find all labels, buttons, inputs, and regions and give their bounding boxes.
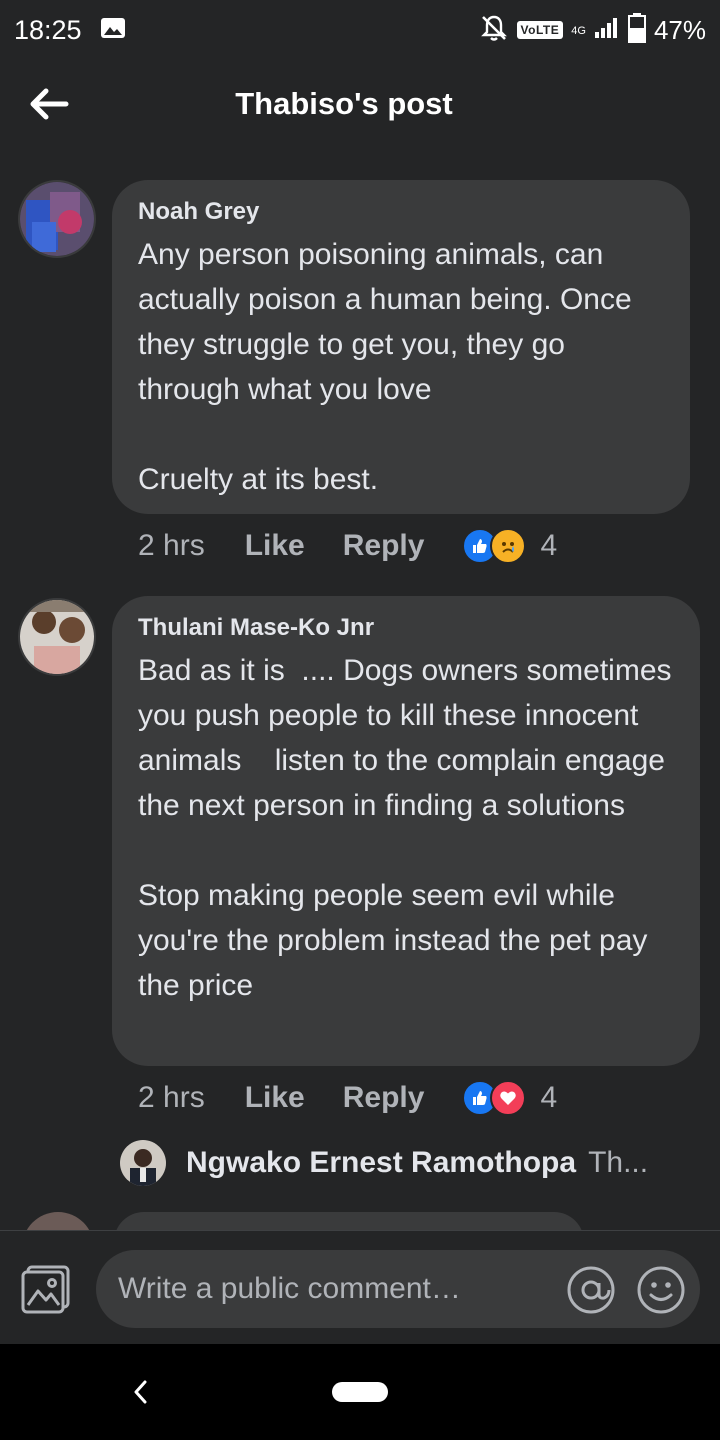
reply-button[interactable]: Reply	[343, 529, 425, 563]
reply-button[interactable]: Reply	[343, 1081, 425, 1115]
signal-icon	[594, 17, 620, 44]
reply-snippet: Th...	[588, 1146, 649, 1179]
emoji-icon[interactable]	[636, 1265, 686, 1315]
avatar[interactable]	[18, 598, 96, 676]
comment-time[interactable]: 2 hrs	[138, 1081, 205, 1115]
battery-icon	[627, 12, 646, 48]
comment-time[interactable]: 2 hrs	[138, 529, 205, 563]
reaction-count: 4	[540, 1081, 558, 1114]
volte-badge: VoLTE	[516, 21, 564, 39]
status-bar: 18:25 VoLTE 4G 47%	[0, 0, 720, 60]
comment-composer	[0, 1230, 720, 1345]
comment-text: Bad as it is .... Dogs owners sometimes …	[138, 654, 672, 1002]
comment-actions: 2 hrs Like Reply 4	[138, 528, 557, 564]
comment-bubble[interactable]: Noah Grey Any person poisoning animals, …	[112, 180, 690, 514]
comment-bubble[interactable]: Thulani Mase-Ko Jnr Bad as it is .... Do…	[112, 596, 700, 1066]
status-time: 18:25	[14, 14, 82, 45]
photo-icon[interactable]	[20, 1263, 72, 1315]
comment-actions: 2 hrs Like Reply 4	[138, 1080, 557, 1116]
page-title: Thabiso's post	[235, 86, 453, 121]
post-header: Thabiso's post	[0, 60, 720, 152]
system-back-icon[interactable]	[128, 1372, 152, 1412]
like-button[interactable]: Like	[245, 1081, 305, 1115]
system-nav-bar	[0, 1344, 720, 1440]
reaction-summary[interactable]	[462, 528, 527, 564]
love-reaction-icon	[490, 1080, 527, 1116]
silent-bell-icon	[479, 13, 509, 48]
home-pill[interactable]	[332, 1382, 388, 1402]
battery-percent: 47%	[653, 14, 706, 45]
comment-text: Any person poisoning animals, can actual…	[138, 238, 632, 496]
avatar[interactable]	[18, 180, 96, 258]
mention-icon[interactable]	[566, 1265, 616, 1315]
comment-author[interactable]: Noah Grey	[138, 198, 664, 226]
reaction-summary[interactable]	[462, 1080, 527, 1116]
reply-preview[interactable]: Ngwako Ernest Ramothopa Th...	[120, 1140, 700, 1186]
reply-author[interactable]: Ngwako Ernest Ramothopa	[186, 1146, 576, 1180]
sad-reaction-icon	[490, 528, 527, 564]
gallery-notification-icon	[100, 17, 126, 44]
avatar[interactable]	[120, 1140, 166, 1186]
network-type: 4G	[571, 24, 586, 37]
reaction-count: 4	[540, 529, 558, 562]
comment-author[interactable]: Thulani Mase-Ko Jnr	[138, 614, 674, 642]
like-button[interactable]: Like	[245, 529, 305, 563]
